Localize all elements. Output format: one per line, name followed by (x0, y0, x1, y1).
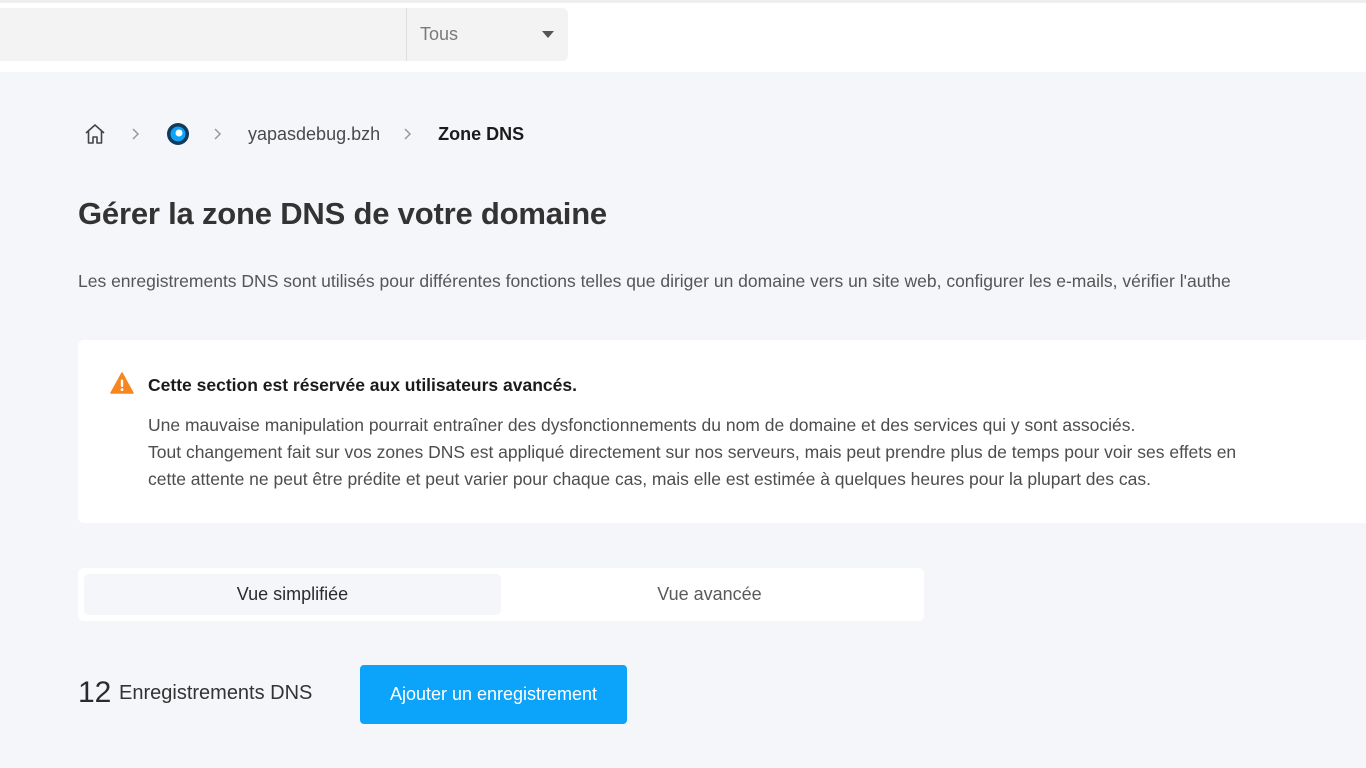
warning-line: Une mauvaise manipulation pourrait entra… (148, 415, 1136, 435)
chevron-right-icon (128, 127, 142, 141)
add-record-button[interactable]: Ajouter un enregistrement (360, 665, 627, 724)
page-title: Gérer la zone DNS de votre domaine (78, 196, 607, 231)
filter-select[interactable]: Tous (406, 8, 568, 61)
breadcrumb-current: Zone DNS (438, 123, 525, 144)
records-count: 12 (78, 676, 112, 709)
records-label: Enregistrements DNS (119, 682, 313, 704)
top-bar: Tous (0, 0, 1366, 72)
view-toggle: Vue simplifiée Vue avancée (78, 568, 924, 621)
search-input[interactable] (0, 8, 406, 61)
warning-line: Tout changement fait sur vos zones DNS e… (148, 442, 1237, 462)
chevron-right-icon (210, 127, 224, 141)
tab-advanced-view[interactable]: Vue avancée (501, 574, 918, 615)
chevron-right-icon (400, 127, 414, 141)
warning-card: Cette section est réservée aux utilisate… (78, 340, 1366, 523)
warning-icon (110, 372, 134, 394)
tab-simplified-view[interactable]: Vue simplifiée (84, 574, 501, 615)
filter-select-value: Tous (420, 24, 459, 44)
hosting-logo-icon[interactable] (166, 122, 190, 146)
warning-title: Cette section est réservée aux utilisate… (148, 375, 577, 395)
warning-line: cette attente ne peut être prédite et pe… (148, 469, 1151, 489)
warning-body: Une mauvaise manipulation pourrait entra… (148, 412, 1366, 493)
breadcrumb: yapasdebug.bzh Zone DNS (82, 118, 524, 150)
home-icon[interactable] (82, 121, 108, 147)
breadcrumb-domain-link[interactable]: yapasdebug.bzh (248, 124, 380, 145)
page-description: Les enregistrements DNS sont utilisés po… (78, 271, 1231, 291)
caret-down-icon (542, 31, 554, 38)
